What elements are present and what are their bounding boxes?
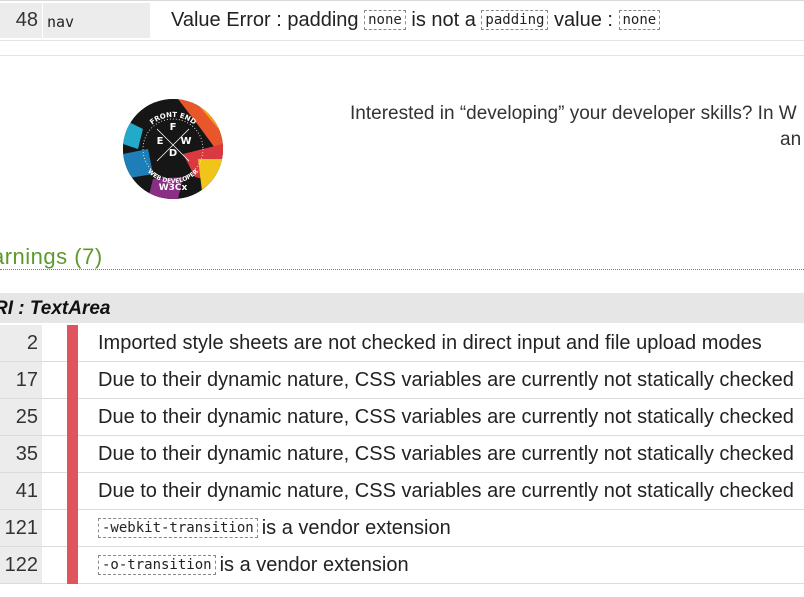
context-cell (43, 399, 67, 435)
uri-header: RI : TextArea (0, 293, 804, 323)
warning-level-bar (67, 362, 78, 399)
table-row: 25 Due to their dynamic nature, CSS vari… (0, 399, 804, 436)
context-cell (43, 473, 67, 509)
warning-level-bar (67, 547, 78, 584)
warning-message: Due to their dynamic nature, CSS variabl… (98, 443, 794, 465)
warning-level-bar (67, 436, 78, 473)
logo-letter-e: E (157, 136, 164, 147)
line-number: 25 (0, 399, 42, 435)
line-number: 17 (0, 362, 42, 398)
promo-line-1: Interested in “developing” your develope… (350, 103, 797, 124)
promo-line-2: an (780, 129, 802, 150)
uri-label: RI : TextArea (0, 298, 111, 319)
context-cell (43, 362, 67, 398)
warning-level-bar (67, 510, 78, 547)
table-row: 122 -o-transition is a vendor extension (0, 547, 804, 584)
line-number: 48 (0, 3, 42, 38)
logo-graphic: FRONT END WEB DEVELOPER F E W D W3Cx (123, 99, 223, 199)
table-row: 17 Due to their dynamic nature, CSS vari… (0, 362, 804, 399)
promo-text: Interested in “developing” your develope… (350, 101, 801, 150)
logo-letter-f: F (170, 122, 177, 133)
warning-message: Due to their dynamic nature, CSS variabl… (98, 406, 794, 428)
error-code-value-2: none (618, 10, 661, 30)
error-code-property: padding (481, 10, 549, 30)
line-number: 41 (0, 473, 42, 509)
warning-message: Due to their dynamic nature, CSS variabl… (98, 480, 794, 502)
logo-w3cx: W3Cx (159, 183, 188, 193)
warning-level-bar (67, 399, 78, 436)
line-number: 2 (0, 325, 42, 361)
warning-message-text: is a vendor extension (219, 554, 409, 576)
warning-message: -webkit-transition is a vendor extension (98, 517, 451, 540)
warning-message-text: is a vendor extension (261, 517, 451, 539)
warnings-table: 2 Imported style sheets are not checked … (0, 325, 804, 584)
error-row: 48 nav Value Error : padding none is not… (0, 0, 804, 41)
error-suffix: value : (554, 9, 613, 31)
warning-message: -o-transition is a vendor extension (98, 554, 409, 577)
error-prefix: Value Error : padding (171, 9, 359, 31)
context-cell: nav (43, 3, 150, 38)
warning-level-bar (67, 473, 78, 510)
frontend-web-developer-logo[interactable]: FRONT END WEB DEVELOPER F E W D W3Cx (123, 99, 223, 199)
error-message: Value Error : padding none is not a padd… (171, 9, 661, 32)
warning-message: Imported style sheets are not checked in… (98, 332, 762, 354)
table-row: 2 Imported style sheets are not checked … (0, 325, 804, 362)
context-cell (43, 547, 67, 583)
context-cell (43, 510, 67, 546)
warnings-heading-rule (0, 269, 804, 270)
error-middle: is not a (411, 9, 476, 31)
table-row: 41 Due to their dynamic nature, CSS vari… (0, 473, 804, 510)
warning-code: -o-transition (98, 555, 216, 575)
logo-letter-w: W (180, 136, 191, 147)
line-number: 122 (0, 547, 42, 583)
line-number: 121 (0, 510, 42, 546)
logo-letter-d: D (169, 148, 177, 159)
context-cell (43, 325, 67, 361)
divider (0, 55, 804, 56)
warning-code: -webkit-transition (98, 518, 258, 538)
context-cell (43, 436, 67, 472)
line-number: 35 (0, 436, 42, 472)
divider (0, 40, 804, 41)
warning-message: Due to their dynamic nature, CSS variabl… (98, 369, 794, 391)
warning-level-bar (67, 325, 78, 362)
table-row: 35 Due to their dynamic nature, CSS vari… (0, 436, 804, 473)
warnings-heading: arnings (7) (0, 244, 103, 269)
table-row: 121 -webkit-transition is a vendor extens… (0, 510, 804, 547)
error-code-value: none (364, 10, 406, 30)
